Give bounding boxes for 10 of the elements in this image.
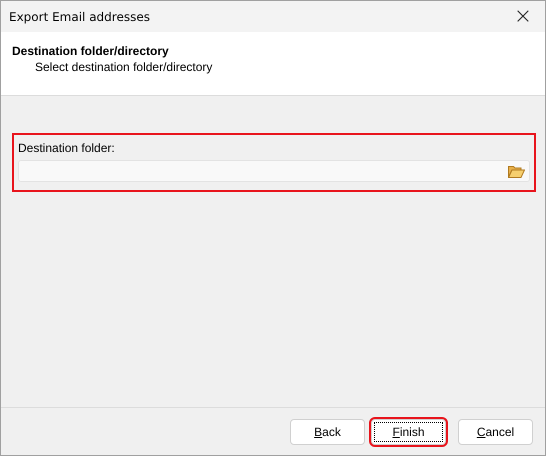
window-title: Export Email addresses [9, 10, 150, 24]
folder-icon[interactable] [508, 164, 525, 178]
cancel-button[interactable]: Cancel [458, 419, 533, 445]
field-label: Destination folder: [18, 141, 116, 155]
step-title: Destination folder/directory [12, 44, 170, 58]
step-subtitle: Select destination folder/directory [35, 60, 214, 74]
back-button[interactable]: Back [290, 419, 365, 445]
close-button[interactable]: × [501, 1, 545, 32]
destination-field[interactable] [18, 160, 530, 182]
finish-button[interactable]: Finish [371, 419, 446, 445]
